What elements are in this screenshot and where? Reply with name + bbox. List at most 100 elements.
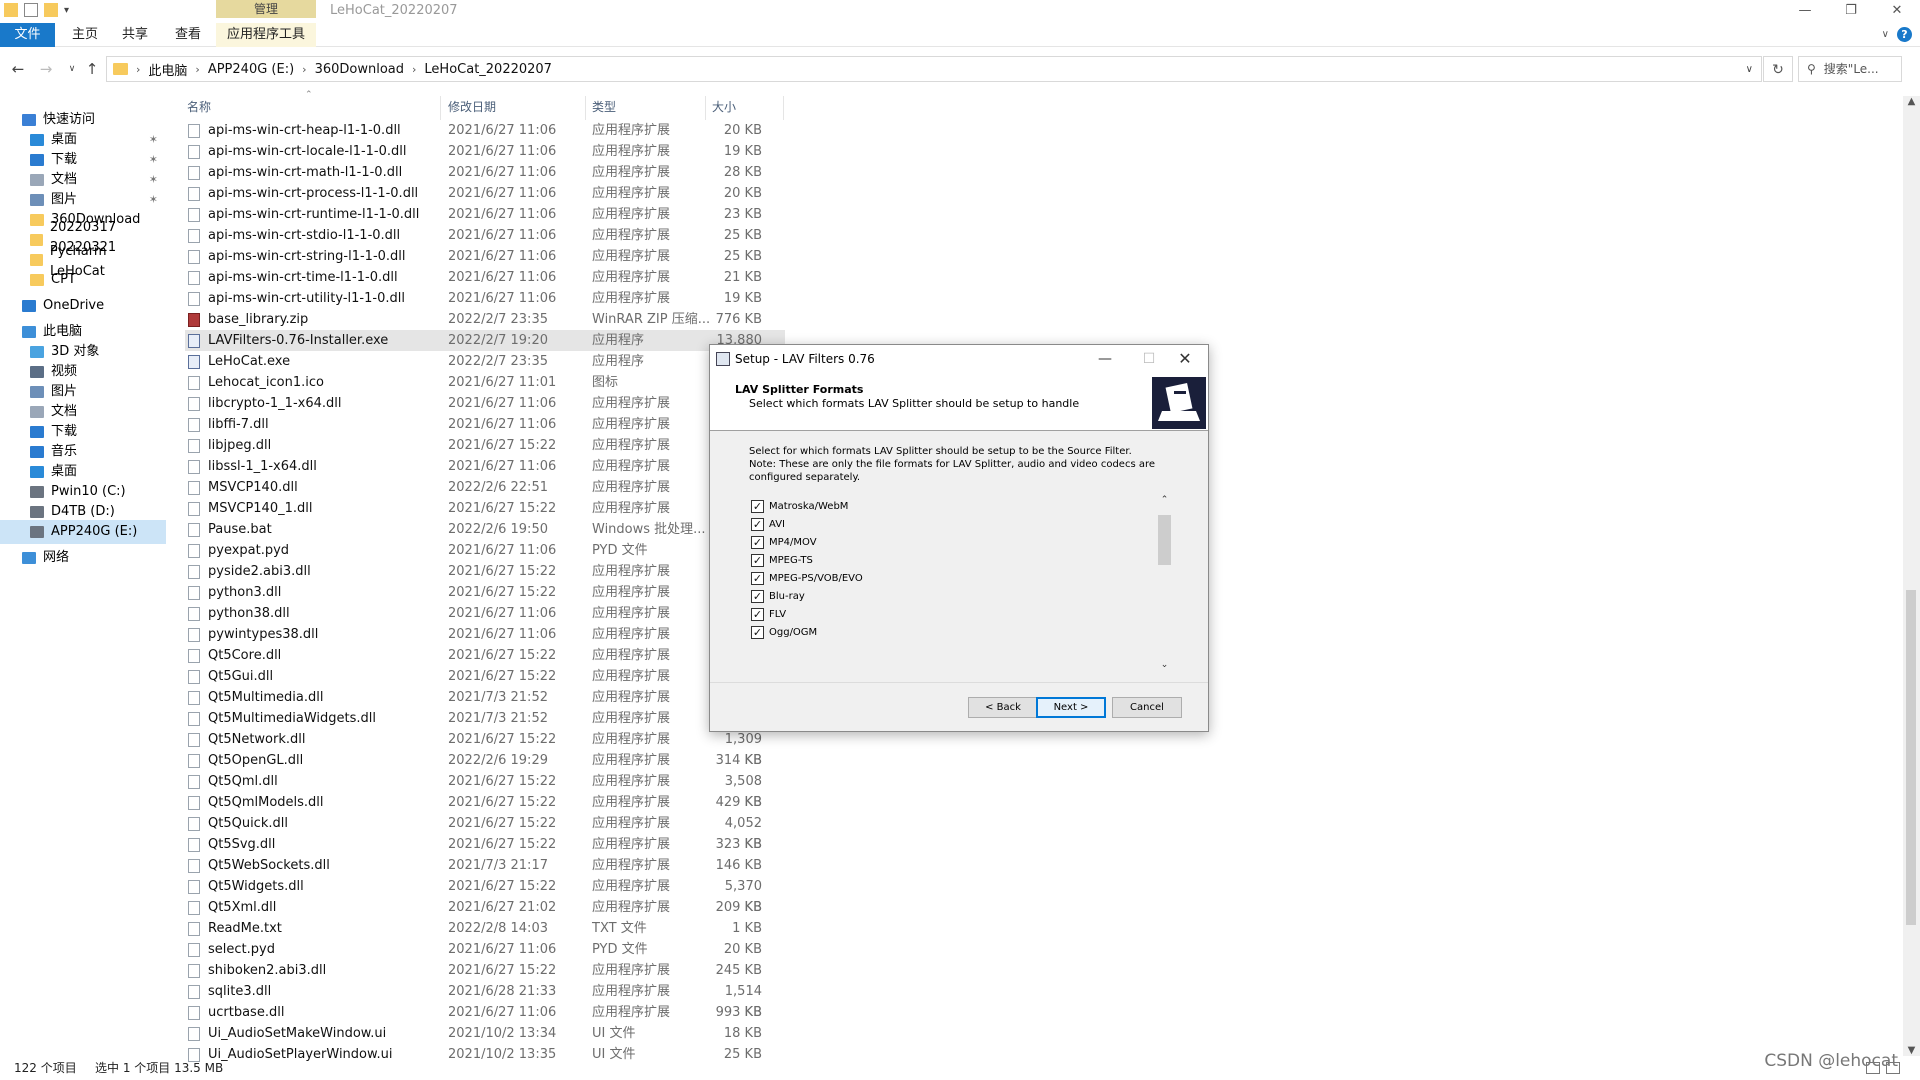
column-header-name[interactable]: 名称 xyxy=(187,98,211,115)
file-row[interactable]: Qt5WebSockets.dll 2021/7/3 21:17 应用程序扩展 146… xyxy=(185,855,785,876)
file-row[interactable]: api-ms-win-crt-time-l1-1-0.dll 2021/6/27 … xyxy=(185,267,785,288)
scroll-up-icon[interactable]: ▲ xyxy=(1903,96,1920,107)
tab-app-tools[interactable]: 应用程序工具 xyxy=(216,23,316,47)
back-arrow-icon[interactable]: ← xyxy=(8,59,28,79)
refresh-button[interactable]: ↻ xyxy=(1763,56,1793,82)
checkbox[interactable] xyxy=(751,517,764,531)
file-row[interactable]: api-ms-win-crt-string-l1-1-0.dll 2021/6/2… xyxy=(185,246,785,267)
breadcrumb-current-folder[interactable]: LeHoCat_20220207 xyxy=(416,62,560,77)
file-row[interactable]: Qt5Quick.dll 2021/6/27 15:22 应用程序扩展 4,052 K… xyxy=(185,813,785,852)
checkbox[interactable] xyxy=(751,589,764,603)
scroll-down-icon[interactable]: ▼ xyxy=(1903,1045,1920,1056)
file-row[interactable]: python38.dll 2021/6/27 11:06 应用程序扩展 xyxy=(185,603,785,624)
tab-share[interactable]: 共享 xyxy=(115,23,155,47)
file-row[interactable]: libcrypto-1_1-x64.dll 2021/6/27 11:06 应用程序… xyxy=(185,393,785,414)
dialog-minimize-button[interactable]: — xyxy=(1090,347,1120,371)
file-row[interactable]: Qt5Network.dll 2021/6/27 15:22 应用程序扩展 1,309… xyxy=(185,729,785,768)
format-option[interactable]: FLV xyxy=(751,605,786,623)
format-option[interactable]: Matroska/WebM xyxy=(751,497,848,515)
checkbox[interactable] xyxy=(751,625,764,639)
next-button[interactable]: Next > xyxy=(1036,697,1106,718)
forward-arrow-icon[interactable]: → xyxy=(36,59,56,79)
breadcrumb-360download[interactable]: 360Download xyxy=(307,62,412,77)
file-row[interactable]: LeHoCat.exe 2022/2/7 23:35 应用程序 xyxy=(185,351,785,372)
breadcrumb-this-pc[interactable]: 此电脑 xyxy=(140,60,195,79)
sidebar-item[interactable]: CPT xyxy=(0,268,166,292)
file-row[interactable]: Qt5Qml.dll 2021/6/27 15:22 应用程序扩展 3,508 KB xyxy=(185,771,785,810)
column-divider[interactable] xyxy=(440,96,441,120)
scrollbar-thumb[interactable] xyxy=(1906,590,1916,925)
file-row[interactable]: Lehocat_icon1.ico 2021/6/27 11:01 图标 xyxy=(185,372,785,393)
vertical-scrollbar[interactable]: ▲ ▼ xyxy=(1903,96,1920,1056)
up-arrow-icon[interactable]: ↑ xyxy=(82,59,102,79)
scrollbar-thumb[interactable] xyxy=(1158,515,1171,565)
format-option[interactable]: AVI xyxy=(751,515,785,533)
column-divider[interactable] xyxy=(783,96,784,120)
checkbox[interactable] xyxy=(751,535,764,549)
checkbox[interactable] xyxy=(751,499,764,513)
file-row[interactable]: api-ms-win-crt-stdio-l1-1-0.dll 2021/6/27… xyxy=(185,225,785,246)
file-row[interactable]: api-ms-win-crt-process-l1-1-0.dll 2021/6/… xyxy=(185,183,785,204)
file-row[interactable]: sqlite3.dll 2021/6/28 21:33 应用程序扩展 1,514 KB xyxy=(185,981,785,1020)
chevron-down-icon[interactable]: ▾ xyxy=(64,5,69,16)
file-row[interactable]: LAVFilters-0.76-Installer.exe 2022/2/7 19… xyxy=(185,330,785,369)
file-row[interactable]: Qt5Multimedia.dll 2021/7/3 21:52 应用程序扩展 xyxy=(185,687,785,708)
file-row[interactable]: Qt5Gui.dll 2021/6/27 15:22 应用程序扩展 xyxy=(185,666,785,687)
format-option[interactable]: MP4/MOV xyxy=(751,533,817,551)
file-row[interactable]: libssl-1_1-x64.dll 2021/6/27 11:06 应用程序扩展 xyxy=(185,456,785,477)
column-header-type[interactable]: 类型 xyxy=(592,98,616,115)
close-button[interactable]: ✕ xyxy=(1874,0,1920,22)
column-header-date[interactable]: 修改日期 xyxy=(448,98,496,115)
search-input[interactable]: ⚲ 搜索"Le... xyxy=(1798,56,1902,82)
file-row[interactable]: api-ms-win-crt-runtime-l1-1-0.dll 2021/6/… xyxy=(185,204,785,225)
file-row[interactable]: Qt5OpenGL.dll 2022/2/6 19:29 应用程序扩展 314 KB xyxy=(185,750,785,771)
scroll-up-icon[interactable]: ⌃ xyxy=(1156,495,1173,505)
file-row[interactable]: Pause.bat 2022/2/6 19:50 Windows 批处理... xyxy=(185,519,785,540)
file-row[interactable]: Qt5Widgets.dll 2021/6/27 15:22 应用程序扩展 5,370… xyxy=(185,876,785,915)
breadcrumb-drive[interactable]: APP240G (E:) xyxy=(200,62,302,77)
file-row[interactable]: Qt5Xml.dll 2021/6/27 21:02 应用程序扩展 209 KB xyxy=(185,897,785,918)
minimize-button[interactable]: — xyxy=(1782,0,1828,22)
format-option[interactable]: Blu-ray xyxy=(751,587,805,605)
properties-icon[interactable] xyxy=(24,3,38,17)
file-row[interactable]: api-ms-win-crt-utility-l1-1-0.dll 2021/6/… xyxy=(185,288,785,309)
file-row[interactable]: ReadMe.txt 2022/2/8 14:03 TXT 文件 1 KB xyxy=(185,918,785,939)
file-row[interactable]: Qt5Core.dll 2021/6/27 15:22 应用程序扩展 xyxy=(185,645,785,666)
file-row[interactable]: pyside2.abi3.dll 2021/6/27 15:22 应用程序扩展 xyxy=(185,561,785,582)
tab-file[interactable]: 文件 xyxy=(0,23,55,47)
column-header-size[interactable]: 大小 xyxy=(712,98,736,115)
format-option[interactable]: Ogg/OGM xyxy=(751,623,817,641)
file-row[interactable]: libffi-7.dll 2021/6/27 11:06 应用程序扩展 xyxy=(185,414,785,435)
file-row[interactable]: Qt5MultimediaWidgets.dll 2021/7/3 21:52 应用… xyxy=(185,708,785,729)
file-row[interactable]: Qt5Svg.dll 2021/6/27 15:22 应用程序扩展 323 KB xyxy=(185,834,785,855)
column-divider[interactable] xyxy=(585,96,586,120)
expand-ribbon-icon[interactable]: ∨ xyxy=(1882,29,1889,40)
dialog-close-button[interactable]: ✕ xyxy=(1170,347,1200,371)
new-folder-icon[interactable] xyxy=(44,3,58,17)
format-list-scrollbar[interactable]: ⌃ ⌄ xyxy=(1156,495,1173,670)
address-input[interactable]: › 此电脑 › APP240G (E:) › 360Download › LeH… xyxy=(106,56,1762,82)
file-row[interactable]: python3.dll 2021/6/27 15:22 应用程序扩展 xyxy=(185,582,785,603)
checkbox[interactable] xyxy=(751,553,764,567)
file-row[interactable]: api-ms-win-crt-locale-l1-1-0.dll 2021/6/2… xyxy=(185,141,785,162)
cancel-button[interactable]: Cancel xyxy=(1112,697,1182,718)
back-button[interactable]: < Back xyxy=(968,697,1038,718)
file-row[interactable]: shiboken2.abi3.dll 2021/6/27 15:22 应用程序扩展 2… xyxy=(185,960,785,981)
file-row[interactable]: Qt5QmlModels.dll 2021/6/27 15:22 应用程序扩展 429… xyxy=(185,792,785,813)
file-row[interactable]: MSVCP140.dll 2022/2/6 22:51 应用程序扩展 xyxy=(185,477,785,498)
address-dropdown-icon[interactable]: ∨ xyxy=(1746,64,1753,75)
sidebar-item[interactable]: APP240G (E:) xyxy=(0,520,166,544)
restore-button[interactable]: ❐ xyxy=(1828,0,1874,22)
file-row[interactable]: api-ms-win-crt-math-l1-1-0.dll 2021/6/27 … xyxy=(185,162,785,183)
tab-home[interactable]: 主页 xyxy=(65,23,105,47)
file-row[interactable]: libjpeg.dll 2021/6/27 15:22 应用程序扩展 xyxy=(185,435,785,456)
checkbox[interactable] xyxy=(751,607,764,621)
tab-view[interactable]: 查看 xyxy=(168,23,208,47)
file-row[interactable]: Ui_AudioSetMakeWindow.ui 2021/10/2 13:34 U… xyxy=(185,1023,785,1044)
sidebar-item[interactable]: 网络 xyxy=(0,546,166,570)
column-divider[interactable] xyxy=(705,96,706,120)
scroll-down-icon[interactable]: ⌄ xyxy=(1156,660,1173,670)
format-option[interactable]: MPEG-TS xyxy=(751,551,813,569)
file-row[interactable]: pywintypes38.dll 2021/6/27 11:06 应用程序扩展 xyxy=(185,624,785,645)
recent-locations-icon[interactable]: ∨ xyxy=(62,59,82,79)
